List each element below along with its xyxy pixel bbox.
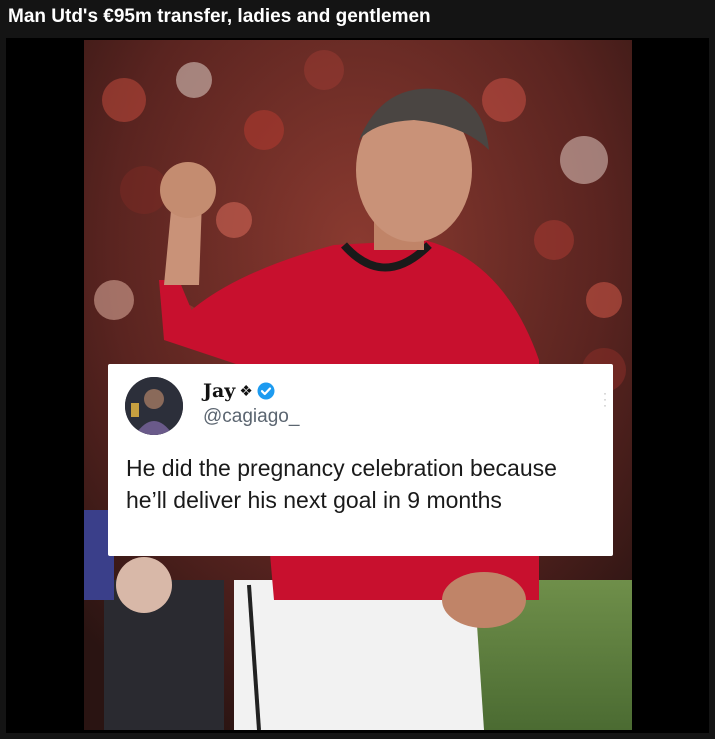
avatar[interactable] — [125, 377, 183, 435]
tweet-handle[interactable]: @cagiago_ — [203, 406, 299, 428]
tweet-author-row: Jay ❖ — [203, 378, 275, 404]
diamond-icon: ❖ — [239, 382, 253, 400]
tweet-text: He did the pregnancy celebration because… — [126, 455, 557, 513]
more-options-icon[interactable]: · · · — [603, 387, 609, 411]
post-title: Man Utd's €95m transfer, ladies and gent… — [8, 6, 431, 27]
embedded-tweet-card: Jay ❖ @cagiago_ He did the pregnancy cel… — [108, 364, 613, 556]
avatar-image — [125, 377, 183, 435]
verified-icon — [257, 382, 275, 400]
tweet-display-name[interactable]: Jay — [203, 380, 235, 402]
